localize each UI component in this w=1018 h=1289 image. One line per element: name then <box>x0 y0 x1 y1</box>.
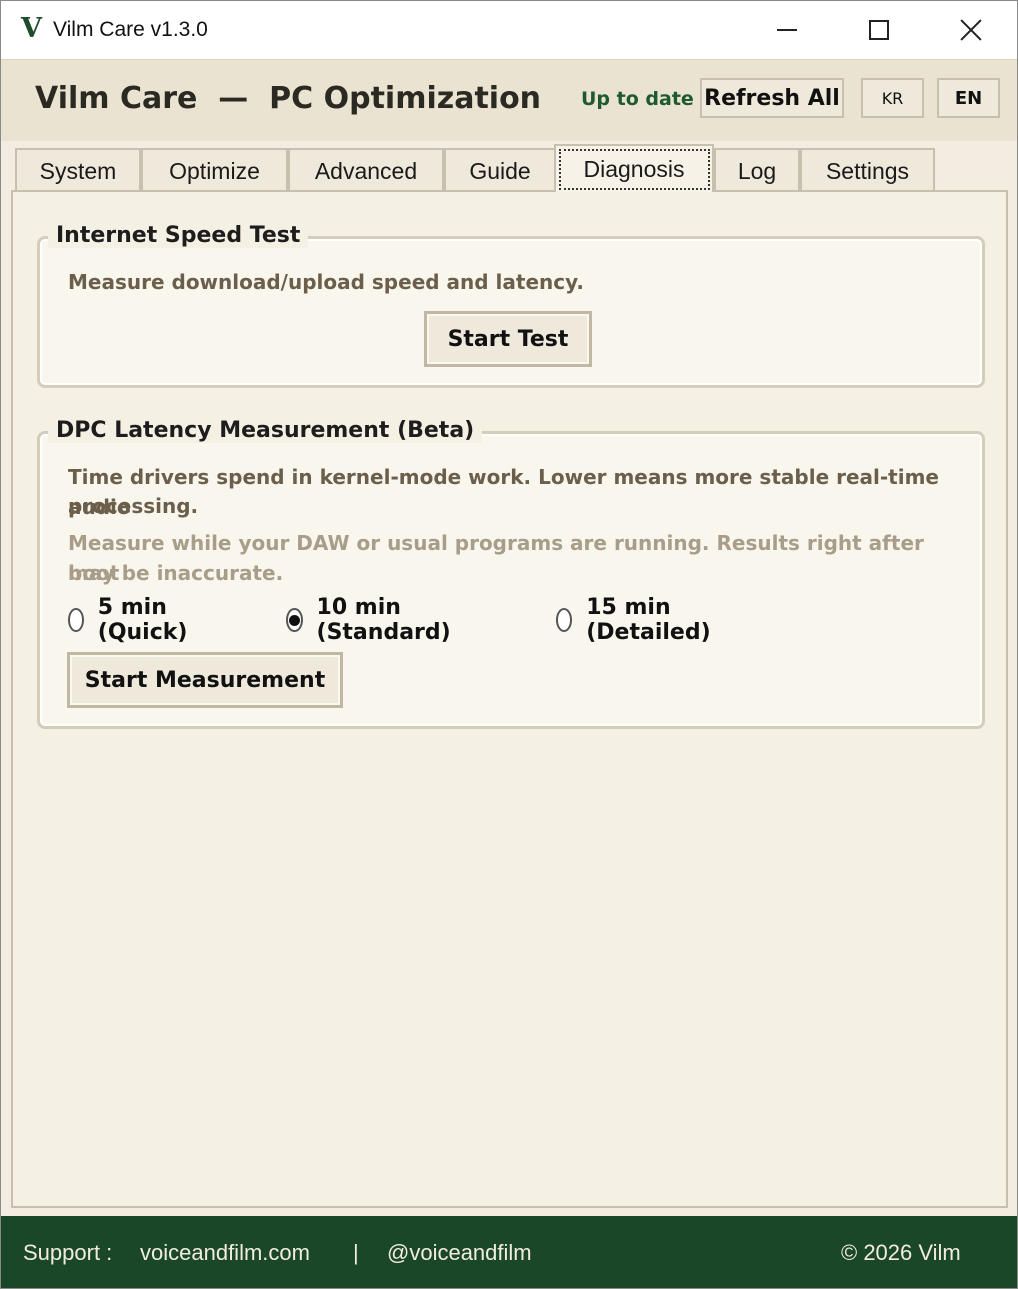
maximize-button[interactable] <box>833 1 925 59</box>
radio-15-min-label: 15 min (Detailed) <box>586 595 711 645</box>
radio-5-min[interactable]: 5 min (Quick) <box>68 595 196 645</box>
radio-10-min-label: 10 min (Standard) <box>316 595 451 645</box>
tab-system[interactable]: System <box>15 148 141 192</box>
radio-10-min[interactable]: 10 min (Standard) <box>286 595 458 645</box>
speed-test-description: Measure download/upload speed and latenc… <box>68 270 584 294</box>
footer-separator: | <box>353 1240 359 1265</box>
social-handle-link[interactable]: @voiceandfilm <box>387 1240 532 1266</box>
window-title: Vilm Care v1.3.0 <box>53 18 208 41</box>
close-button[interactable] <box>925 1 1017 59</box>
dpc-hint-line2: may be inaccurate. <box>68 561 284 585</box>
diagnosis-panel: Internet Speed Test Measure download/upl… <box>11 190 1008 1208</box>
title-bar[interactable]: V Vilm Care v1.3.0 <box>1 1 1017 59</box>
app-window: V Vilm Care v1.3.0 Vilm Care — PC Optimi… <box>0 0 1018 1289</box>
close-icon <box>960 19 982 41</box>
dpc-latency-group: DPC Latency Measurement (Beta) Time driv… <box>37 418 985 729</box>
start-test-button[interactable]: Start Test <box>424 311 592 367</box>
tab-guide[interactable]: Guide <box>444 148 556 192</box>
tab-diagnosis[interactable]: Diagnosis <box>554 144 714 192</box>
page-title: Vilm Care — PC Optimization <box>35 81 542 116</box>
dpc-description-line1: Time drivers spend in kernel-mode work. … <box>68 465 939 519</box>
copyright-text: © 2026 Vilm <box>841 1240 961 1265</box>
radio-15-min[interactable]: 15 min (Detailed) <box>556 595 718 645</box>
tab-optimize[interactable]: Optimize <box>141 148 288 192</box>
tab-bar: System Optimize Advanced Guide Diagnosis… <box>1 141 1017 192</box>
tab-log[interactable]: Log <box>714 148 800 192</box>
footer-bar: Support : voiceandfilm.com | @voiceandfi… <box>1 1216 1017 1288</box>
maximize-icon <box>869 20 889 40</box>
tab-advanced[interactable]: Advanced <box>288 148 444 192</box>
radio-checked-icon <box>286 608 303 632</box>
support-site-link[interactable]: voiceandfilm.com <box>140 1240 310 1266</box>
tab-diagnosis-label: Diagnosis <box>558 148 710 190</box>
tab-settings[interactable]: Settings <box>800 148 935 192</box>
radio-unchecked-icon <box>68 608 84 632</box>
minimize-button[interactable] <box>741 1 833 59</box>
language-kr-button[interactable]: KR <box>861 78 924 118</box>
app-logo-icon: V <box>21 13 42 44</box>
radio-unchecked-icon <box>556 608 573 632</box>
dpc-latency-title: DPC Latency Measurement (Beta) <box>48 418 483 443</box>
update-status: Up to date <box>581 88 694 110</box>
dpc-description-line2: processing. <box>68 494 199 518</box>
minimize-icon <box>777 29 797 31</box>
radio-5-min-label: 5 min (Quick) <box>97 595 188 645</box>
speed-test-title: Internet Speed Test <box>48 223 309 248</box>
start-measurement-button[interactable]: Start Measurement <box>67 652 343 708</box>
support-label: Support : <box>23 1240 113 1265</box>
app-header: Vilm Care — PC Optimization Up to date R… <box>1 59 1017 141</box>
speed-test-group: Internet Speed Test Measure download/upl… <box>37 223 985 388</box>
refresh-all-button[interactable]: Refresh All <box>700 78 844 118</box>
language-en-button[interactable]: EN <box>937 78 1000 118</box>
